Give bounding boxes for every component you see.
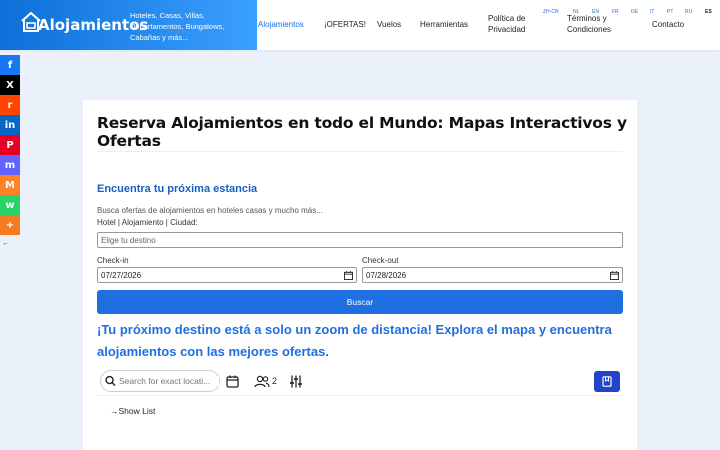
nav-item-ofertas[interactable]: ¡OFERTAS! bbox=[324, 19, 366, 30]
saved-list-button[interactable] bbox=[594, 371, 620, 392]
nav-item-terminos[interactable]: Términos y Condiciones bbox=[567, 13, 629, 35]
lang-ru[interactable]: RU bbox=[685, 9, 692, 15]
nav-item-vuelos[interactable]: Vuelos bbox=[377, 19, 401, 30]
guests-count: 2 bbox=[272, 376, 278, 386]
checkout-date-input[interactable]: 07/28/2026 bbox=[362, 267, 623, 283]
nav-item-privacidad[interactable]: Política de Privacidad bbox=[488, 13, 540, 35]
sliders-icon bbox=[290, 375, 302, 387]
lang-en[interactable]: EN bbox=[592, 9, 599, 15]
checkin-label: Check-in bbox=[97, 256, 129, 265]
search-icon bbox=[105, 375, 116, 387]
map-search-input[interactable] bbox=[119, 376, 219, 386]
title-divider bbox=[97, 151, 623, 152]
toolbar-divider bbox=[97, 395, 623, 396]
lang-es[interactable]: ES bbox=[705, 9, 712, 15]
map-search-box[interactable] bbox=[100, 370, 220, 392]
arrow-right-icon: → bbox=[110, 406, 119, 416]
brand-tagline: Hoteles, Casas, Villas, Departamentos, B… bbox=[130, 11, 225, 42]
show-list-label: Show List bbox=[118, 406, 156, 416]
widget-title: Encuentra tu próxima estancia bbox=[97, 183, 258, 195]
show-list-toggle[interactable]: →Show List bbox=[110, 406, 155, 416]
dates-picker[interactable] bbox=[226, 373, 239, 389]
mix-icon[interactable]: M bbox=[0, 175, 20, 195]
nav-item-contacto[interactable]: Contacto bbox=[652, 19, 684, 30]
guests-picker[interactable]: 2 bbox=[254, 373, 277, 389]
nav-item-alojamientos[interactable]: Alojamientos bbox=[258, 19, 304, 30]
widget-subtitle: Busca ofertas de alojamientos en hoteles… bbox=[97, 206, 323, 215]
whatsapp-icon[interactable]: w bbox=[0, 195, 20, 215]
collapse-share-icon[interactable]: ← bbox=[2, 240, 9, 247]
site-header: Alojamientos Hoteles, Casas, Villas, Dep… bbox=[0, 0, 720, 50]
lang-it[interactable]: IT bbox=[650, 9, 654, 15]
nav-item-herramientas[interactable]: Herramientas bbox=[420, 19, 468, 30]
lang-nl[interactable]: NL bbox=[573, 9, 579, 15]
facebook-icon[interactable]: f bbox=[0, 55, 20, 75]
filters-button[interactable] bbox=[289, 373, 303, 389]
x-icon[interactable]: X bbox=[0, 75, 20, 95]
main-content-card: Reserva Alojamientos en todo el Mundo: M… bbox=[83, 100, 637, 450]
checkin-value: 07/27/2026 bbox=[101, 270, 142, 280]
brand-banner[interactable]: Alojamientos Hoteles, Casas, Villas, Dep… bbox=[0, 0, 257, 50]
destination-input[interactable] bbox=[97, 232, 623, 248]
calendar-icon[interactable] bbox=[610, 271, 619, 280]
promo-headline: ¡Tu próximo destino está a solo un zoom … bbox=[97, 322, 612, 359]
checkin-date-input[interactable]: 07/27/2026 bbox=[97, 267, 357, 283]
lang-zh-cn[interactable]: ZH-CN bbox=[543, 9, 559, 15]
calendar-icon[interactable] bbox=[344, 271, 353, 280]
search-button[interactable]: Buscar bbox=[97, 290, 623, 314]
checkout-value: 07/28/2026 bbox=[366, 270, 407, 280]
linkedin-icon[interactable]: in bbox=[0, 115, 20, 135]
destination-label: Hotel | Alojamiento | Ciudad: bbox=[97, 218, 198, 227]
bookmark-icon bbox=[602, 376, 612, 387]
more-share-icon[interactable]: + bbox=[0, 215, 20, 235]
mastodon-icon[interactable]: m bbox=[0, 155, 20, 175]
reddit-icon[interactable]: r bbox=[0, 95, 20, 115]
checkout-label: Check-out bbox=[362, 256, 399, 265]
users-icon bbox=[254, 375, 270, 387]
lang-pt[interactable]: PT bbox=[667, 9, 673, 15]
social-share-bar: f X r in P m M w + bbox=[0, 55, 20, 235]
lang-fr[interactable]: FR bbox=[612, 9, 619, 15]
pinterest-icon[interactable]: P bbox=[0, 135, 20, 155]
lang-de[interactable]: DE bbox=[631, 9, 638, 15]
calendar-icon bbox=[226, 375, 239, 388]
page-title: Reserva Alojamientos en todo el Mundo: M… bbox=[97, 114, 627, 150]
